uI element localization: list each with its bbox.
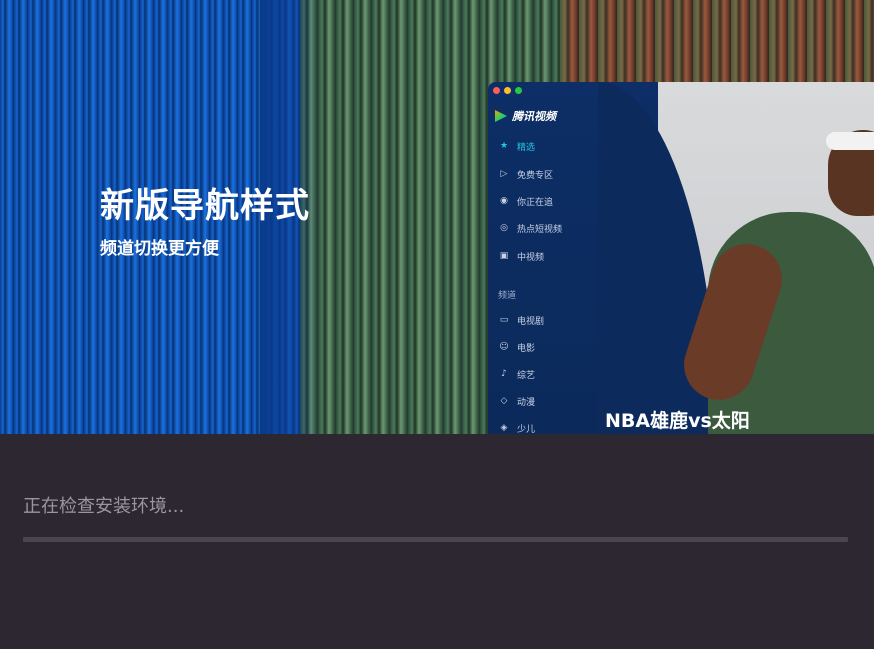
channel-item-kids: ◈ 少儿 bbox=[499, 422, 536, 435]
eye-icon: ◉ bbox=[500, 196, 508, 206]
minimize-dot-icon bbox=[504, 87, 511, 94]
app-brand: 腾讯视频 bbox=[495, 108, 556, 124]
nav-item-label: 精选 bbox=[517, 143, 536, 153]
channel-section-label: 频道 bbox=[498, 291, 517, 301]
player-headband bbox=[826, 132, 874, 150]
nav-item-free: ▷ 免费专区 bbox=[499, 168, 554, 182]
video-icon: ▣ bbox=[499, 251, 509, 261]
channel-item-variety: ♪ 综艺 bbox=[499, 368, 536, 382]
channel-item-label: 综艺 bbox=[517, 371, 536, 381]
banner-subline: 频道切换更方便 bbox=[100, 239, 219, 259]
nav-item-label: 热点短视频 bbox=[517, 225, 563, 235]
close-dot-icon bbox=[493, 87, 500, 94]
hero-caption: NBA雄鹿vs太阳 bbox=[605, 410, 750, 432]
nav-item-label: 中视频 bbox=[517, 253, 545, 263]
maximize-dot-icon bbox=[515, 87, 522, 94]
channel-item-label: 动漫 bbox=[517, 398, 536, 408]
channel-item-anime: ◇ 动漫 bbox=[499, 395, 536, 409]
mic-icon: ♪ bbox=[501, 369, 507, 379]
nav-item-mid-video: ▣ 中视频 bbox=[499, 250, 545, 264]
kids-icon: ◈ bbox=[500, 423, 508, 433]
tv-icon: ▭ bbox=[499, 315, 509, 325]
nav-item-label: 你正在追 bbox=[517, 198, 554, 208]
hero-image bbox=[598, 82, 874, 434]
shield-icon: ◇ bbox=[500, 396, 508, 406]
brand-name: 腾讯视频 bbox=[512, 110, 556, 123]
nav-item-featured: ★ 精选 bbox=[499, 140, 536, 154]
star-icon: ★ bbox=[499, 141, 509, 151]
channel-item-label: 少儿 bbox=[517, 425, 536, 434]
install-status-text: 正在检查安装环境... bbox=[23, 496, 185, 517]
channel-item-tv: ▭ 电视剧 bbox=[499, 314, 545, 328]
tencent-video-logo-icon bbox=[495, 110, 507, 122]
nav-item-hot-shorts: ◎ 热点短视频 bbox=[499, 222, 563, 236]
nav-item-following: ◉ 你正在追 bbox=[499, 195, 554, 209]
compass-icon: ◎ bbox=[500, 223, 508, 233]
app-preview-window: 腾讯视频 ★ 精选 ▷ 免费专区 ◉ 你正在追 ◎ 热点短视频 ▣ 中视频 频道… bbox=[488, 82, 874, 434]
channel-item-label: 电视剧 bbox=[517, 317, 545, 327]
banner-headline: 新版导航样式 bbox=[100, 186, 310, 226]
promo-banner: 新版导航样式 频道切换更方便 腾讯视频 ★ 精选 ▷ 免费专区 ◉ 你正在追 ◎… bbox=[0, 0, 874, 434]
film-icon: ☺ bbox=[499, 342, 509, 352]
play-icon: ▷ bbox=[500, 169, 508, 179]
install-progress-bar bbox=[23, 537, 848, 542]
channel-item-movie: ☺ 电影 bbox=[499, 341, 536, 355]
channel-item-label: 电影 bbox=[517, 344, 536, 354]
nav-item-label: 免费专区 bbox=[517, 171, 554, 181]
